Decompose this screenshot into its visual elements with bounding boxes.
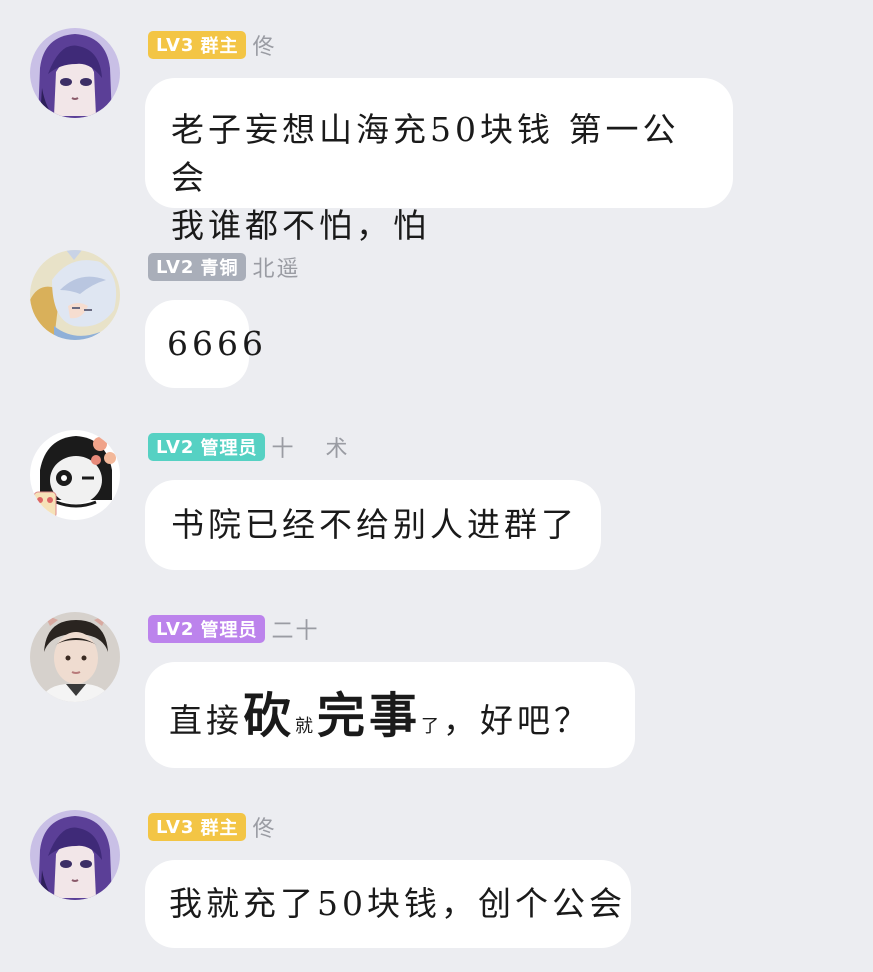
chat-message: LV3 群主 佟 我就充了50块钱，创个公会 <box>0 810 873 950</box>
badge-level: LV2 <box>156 256 195 278</box>
message-segment-emphasis: 砍 <box>243 688 296 744</box>
message-segment-small: 就 <box>295 716 318 737</box>
sender-nickname[interactable]: 佟 <box>252 811 276 843</box>
level-badge: LV2 管理员 <box>148 615 266 643</box>
photo-boy-avatar-icon[interactable] <box>30 612 120 702</box>
badge-level: LV2 <box>156 436 195 458</box>
sticker-girl-avatar-icon[interactable] <box>30 430 120 520</box>
badge-title: 管理员 <box>200 620 258 641</box>
message-line: 我就充了50块钱，创个公会 <box>169 884 626 923</box>
level-badge: LV2 管理员 <box>148 433 266 461</box>
sender-meta: LV3 群主 佟 <box>148 30 276 60</box>
chat-message: LV2 管理员 二十 直接砍就完事了，好吧？ <box>0 612 873 772</box>
white-hair-sleeping-anime-avatar-icon[interactable] <box>30 250 120 340</box>
badge-title: 青铜 <box>200 258 239 279</box>
sender-meta: LV2 管理员 二十 <box>148 614 319 644</box>
sender-nickname[interactable]: 北遥 <box>252 251 300 283</box>
sender-meta: LV2 管理员 十 术 <box>148 432 353 462</box>
message-segment: 直接 <box>169 701 243 740</box>
badge-level: LV3 <box>156 816 195 838</box>
chat-message: LV2 青铜 北遥 6666 <box>0 250 873 390</box>
message-line: 书院已经不给别人进群了 <box>171 505 578 544</box>
message-bubble[interactable]: 书院已经不给别人进群了 <box>145 480 601 570</box>
purple-hair-anime-avatar-icon[interactable] <box>30 28 120 118</box>
level-badge: LV3 群主 <box>148 31 247 59</box>
message-bubble[interactable]: 6666 <box>145 300 267 388</box>
message-segment: ，好吧？ <box>443 701 592 740</box>
purple-hair-anime-avatar-icon[interactable] <box>30 810 120 900</box>
sender-meta: LV3 群主 佟 <box>148 812 276 842</box>
level-badge: LV3 群主 <box>148 813 247 841</box>
badge-title: 群主 <box>200 818 239 839</box>
badge-title: 群主 <box>200 36 239 57</box>
message-line: 老子妄想山海充50块钱 第一公会 <box>171 110 680 197</box>
badge-level: LV3 <box>156 34 195 56</box>
sender-meta: LV2 青铜 北遥 <box>148 252 300 282</box>
message-line: 6666 <box>167 324 267 363</box>
badge-level: LV2 <box>156 618 195 640</box>
message-bubble[interactable]: 我就充了50块钱，创个公会 <box>145 860 631 948</box>
badge-title: 管理员 <box>200 438 258 459</box>
sender-nickname[interactable]: 十 术 <box>271 431 353 463</box>
sender-nickname[interactable]: 佟 <box>252 29 276 61</box>
message-segment-emphasis: 完事 <box>317 688 422 744</box>
message-line: 我谁都不怕，怕 <box>171 206 430 245</box>
message-bubble[interactable]: 直接砍就完事了，好吧？ <box>145 662 635 768</box>
chat-message: LV3 群主 佟 老子妄想山海充50块钱 第一公会 我谁都不怕，怕 <box>0 28 873 245</box>
sender-nickname[interactable]: 二十 <box>271 613 319 645</box>
chat-message: LV2 管理员 十 术 书院已经不给别人进群了 <box>0 430 873 572</box>
level-badge: LV2 青铜 <box>148 253 247 281</box>
message-bubble[interactable]: 老子妄想山海充50块钱 第一公会 我谁都不怕，怕 <box>145 78 733 245</box>
message-segment-small: 了 <box>421 716 444 737</box>
